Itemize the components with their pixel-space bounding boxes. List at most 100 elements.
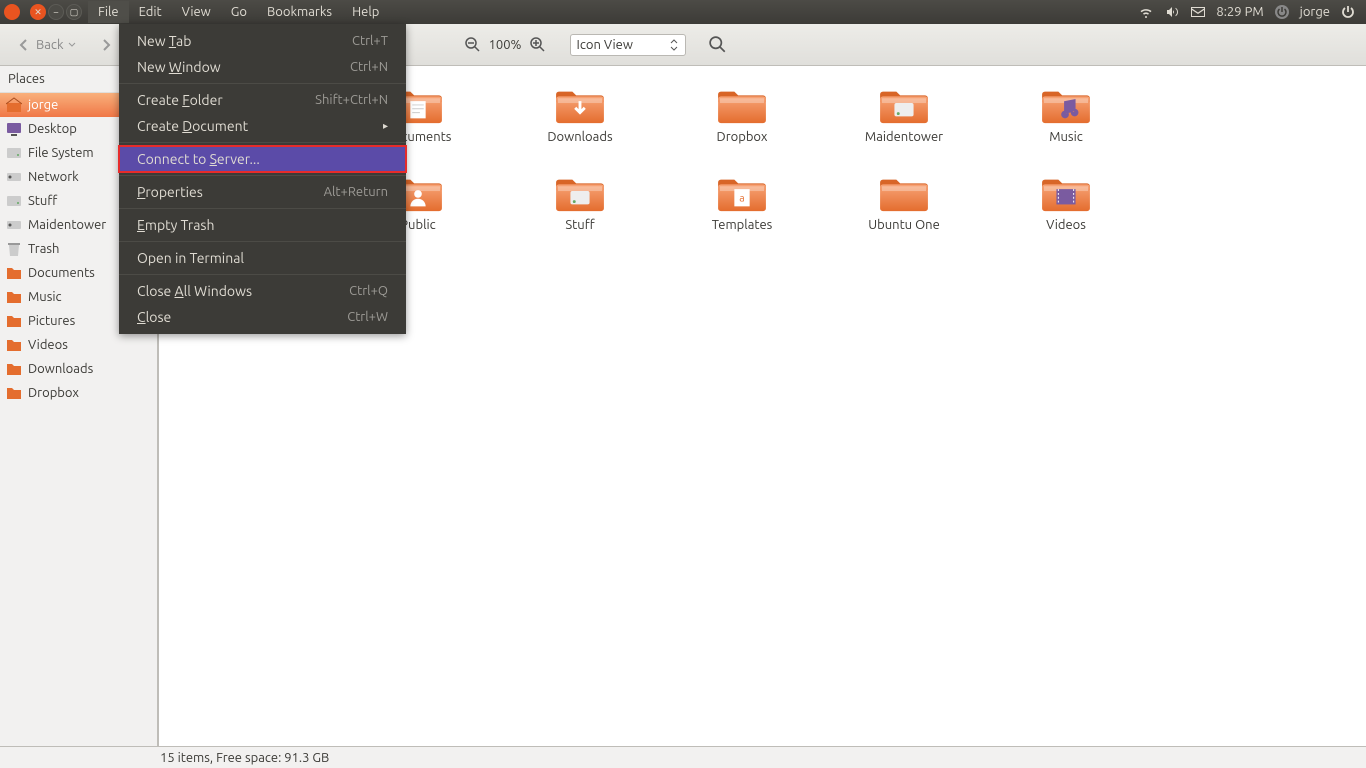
- folder-label: Templates: [712, 218, 773, 232]
- sidebar-header-label: Places: [8, 72, 45, 86]
- folder-videos[interactable]: Videos: [989, 166, 1143, 236]
- folder-label: Stuff: [565, 218, 594, 232]
- menu-help[interactable]: Help: [342, 1, 389, 23]
- clock[interactable]: 8:29 PM: [1216, 5, 1263, 19]
- view-mode-select[interactable]: Icon View: [570, 34, 686, 56]
- menu-item-open-in-terminal[interactable]: Open in Terminal: [119, 245, 406, 271]
- ubuntu-logo-icon[interactable]: [0, 0, 24, 24]
- menu-shortcut: Alt+Return: [324, 185, 388, 199]
- folder-label: Dropbox: [717, 130, 768, 144]
- folder-icon: [6, 289, 22, 305]
- folder-icon: a: [716, 170, 768, 214]
- volume-icon[interactable]: [1164, 4, 1180, 20]
- menu-bookmarks[interactable]: Bookmarks: [257, 1, 342, 23]
- menu-item-close[interactable]: Close Ctrl+W: [119, 304, 406, 330]
- sidebar-item-label: Documents: [28, 266, 95, 280]
- network-icon: [6, 217, 22, 233]
- trash-icon: [6, 241, 22, 257]
- file-menu-dropdown: New Tab Ctrl+T New WindowCtrl+N Create Fold…: [119, 24, 406, 334]
- folder-downloads[interactable]: Downloads: [503, 78, 657, 148]
- dropbox-icon: [6, 385, 22, 401]
- zoom-out-button[interactable]: [463, 35, 483, 55]
- sidebar-item-dropbox[interactable]: Dropbox: [0, 381, 157, 405]
- menu-view[interactable]: View: [172, 1, 221, 23]
- sidebar-item-label: File System: [28, 146, 94, 160]
- submenu-arrow-icon: ▸: [383, 120, 388, 132]
- zoom-level: 100%: [489, 38, 522, 52]
- window-controls: ✕ – ▢: [30, 4, 82, 20]
- sidebar-item-label: Downloads: [28, 362, 93, 376]
- sidebar-item-label: Pictures: [28, 314, 75, 328]
- folder-icon: [6, 361, 22, 377]
- menu-edit[interactable]: Edit: [129, 1, 172, 23]
- menu-item-connect-to-server-[interactable]: Connect to Server...: [119, 146, 406, 172]
- menu-item-new-window[interactable]: New WindowCtrl+N: [119, 54, 406, 80]
- sidebar-item-label: Stuff: [28, 194, 57, 208]
- menu-item-properties[interactable]: Properties Alt+Return: [119, 179, 406, 205]
- menu-shortcut: Ctrl+T: [352, 34, 388, 48]
- menu-file[interactable]: File: [88, 1, 129, 23]
- back-label: Back: [36, 38, 64, 52]
- menu-item-label: Create Document: [137, 118, 248, 134]
- folder-icon: [716, 82, 768, 126]
- folder-templates[interactable]: a Templates: [665, 166, 819, 236]
- global-menubar: ✕ – ▢ FileEditViewGoBookmarksHelp 8:29 P…: [0, 0, 1366, 24]
- sidebar-item-label: Trash: [28, 242, 59, 256]
- sidebar-item-downloads[interactable]: Downloads: [0, 357, 157, 381]
- sidebar-item-label: Desktop: [28, 122, 77, 136]
- menu-item-empty-trash[interactable]: Empty Trash: [119, 212, 406, 238]
- folder-icon: [554, 82, 606, 126]
- menu-item-label: Close All Windows: [137, 283, 252, 299]
- sidebar-item-label: Dropbox: [28, 386, 79, 400]
- window-minimize-button[interactable]: –: [48, 4, 64, 20]
- window-maximize-button[interactable]: ▢: [66, 4, 82, 20]
- folder-icon: [1040, 82, 1092, 126]
- menu-shortcut: Ctrl+N: [350, 60, 388, 74]
- folder-dropbox[interactable]: Dropbox: [665, 78, 819, 148]
- user-name[interactable]: jorge: [1300, 5, 1330, 19]
- sidebar-item-videos[interactable]: Videos: [0, 333, 157, 357]
- folder-icon: [6, 313, 22, 329]
- sidebar-item-label: Videos: [28, 338, 68, 352]
- statusbar: 15 items, Free space: 91.3 GB: [0, 746, 1366, 768]
- menu-item-close-all-windows[interactable]: Close All WindowsCtrl+Q: [119, 278, 406, 304]
- menu-item-label: Empty Trash: [137, 217, 214, 233]
- search-button[interactable]: [708, 35, 728, 55]
- disk-icon: [6, 193, 22, 209]
- menu-item-label: Create Folder: [137, 92, 223, 108]
- window-close-button[interactable]: ✕: [30, 4, 46, 20]
- home-icon: [6, 97, 22, 113]
- folder-icon: [6, 337, 22, 353]
- forward-button[interactable]: [90, 33, 122, 57]
- mail-icon[interactable]: [1190, 4, 1206, 20]
- desktop-icon: [6, 121, 22, 137]
- menu-item-new-tab[interactable]: New Tab Ctrl+T: [119, 28, 406, 54]
- power-icon[interactable]: [1274, 4, 1290, 20]
- view-mode-label: Icon View: [577, 38, 633, 52]
- session-icon[interactable]: [1340, 4, 1356, 20]
- folder-icon: [878, 170, 930, 214]
- menu-item-create-document[interactable]: Create Document ▸: [119, 113, 406, 139]
- folder-label: Maidentower: [865, 130, 943, 144]
- wifi-icon[interactable]: [1138, 4, 1154, 20]
- network-icon: [6, 169, 22, 185]
- folder-ubuntu-one[interactable]: Ubuntu One: [827, 166, 981, 236]
- back-button[interactable]: Back: [8, 33, 84, 57]
- zoom-in-button[interactable]: [528, 35, 548, 55]
- folder-maidentower[interactable]: Maidentower: [827, 78, 981, 148]
- menu-shortcut: Ctrl+W: [347, 310, 388, 324]
- folder-label: Music: [1049, 130, 1083, 144]
- menu-item-label: Connect to Server...: [137, 151, 260, 167]
- menu-go[interactable]: Go: [221, 1, 257, 23]
- menu-item-create-folder[interactable]: Create Folder Shift+Ctrl+N: [119, 87, 406, 113]
- menu-item-label: Properties: [137, 184, 203, 200]
- menu-item-label: New Tab: [137, 33, 191, 49]
- sidebar-item-label: Music: [28, 290, 62, 304]
- folder-label: Downloads: [547, 130, 612, 144]
- menu-item-label: Close: [137, 309, 171, 325]
- menu-shortcut: Shift+Ctrl+N: [315, 93, 388, 107]
- svg-text:a: a: [739, 192, 744, 204]
- folder-stuff[interactable]: Stuff: [503, 166, 657, 236]
- folder-label: Ubuntu One: [868, 218, 940, 232]
- folder-music[interactable]: Music: [989, 78, 1143, 148]
